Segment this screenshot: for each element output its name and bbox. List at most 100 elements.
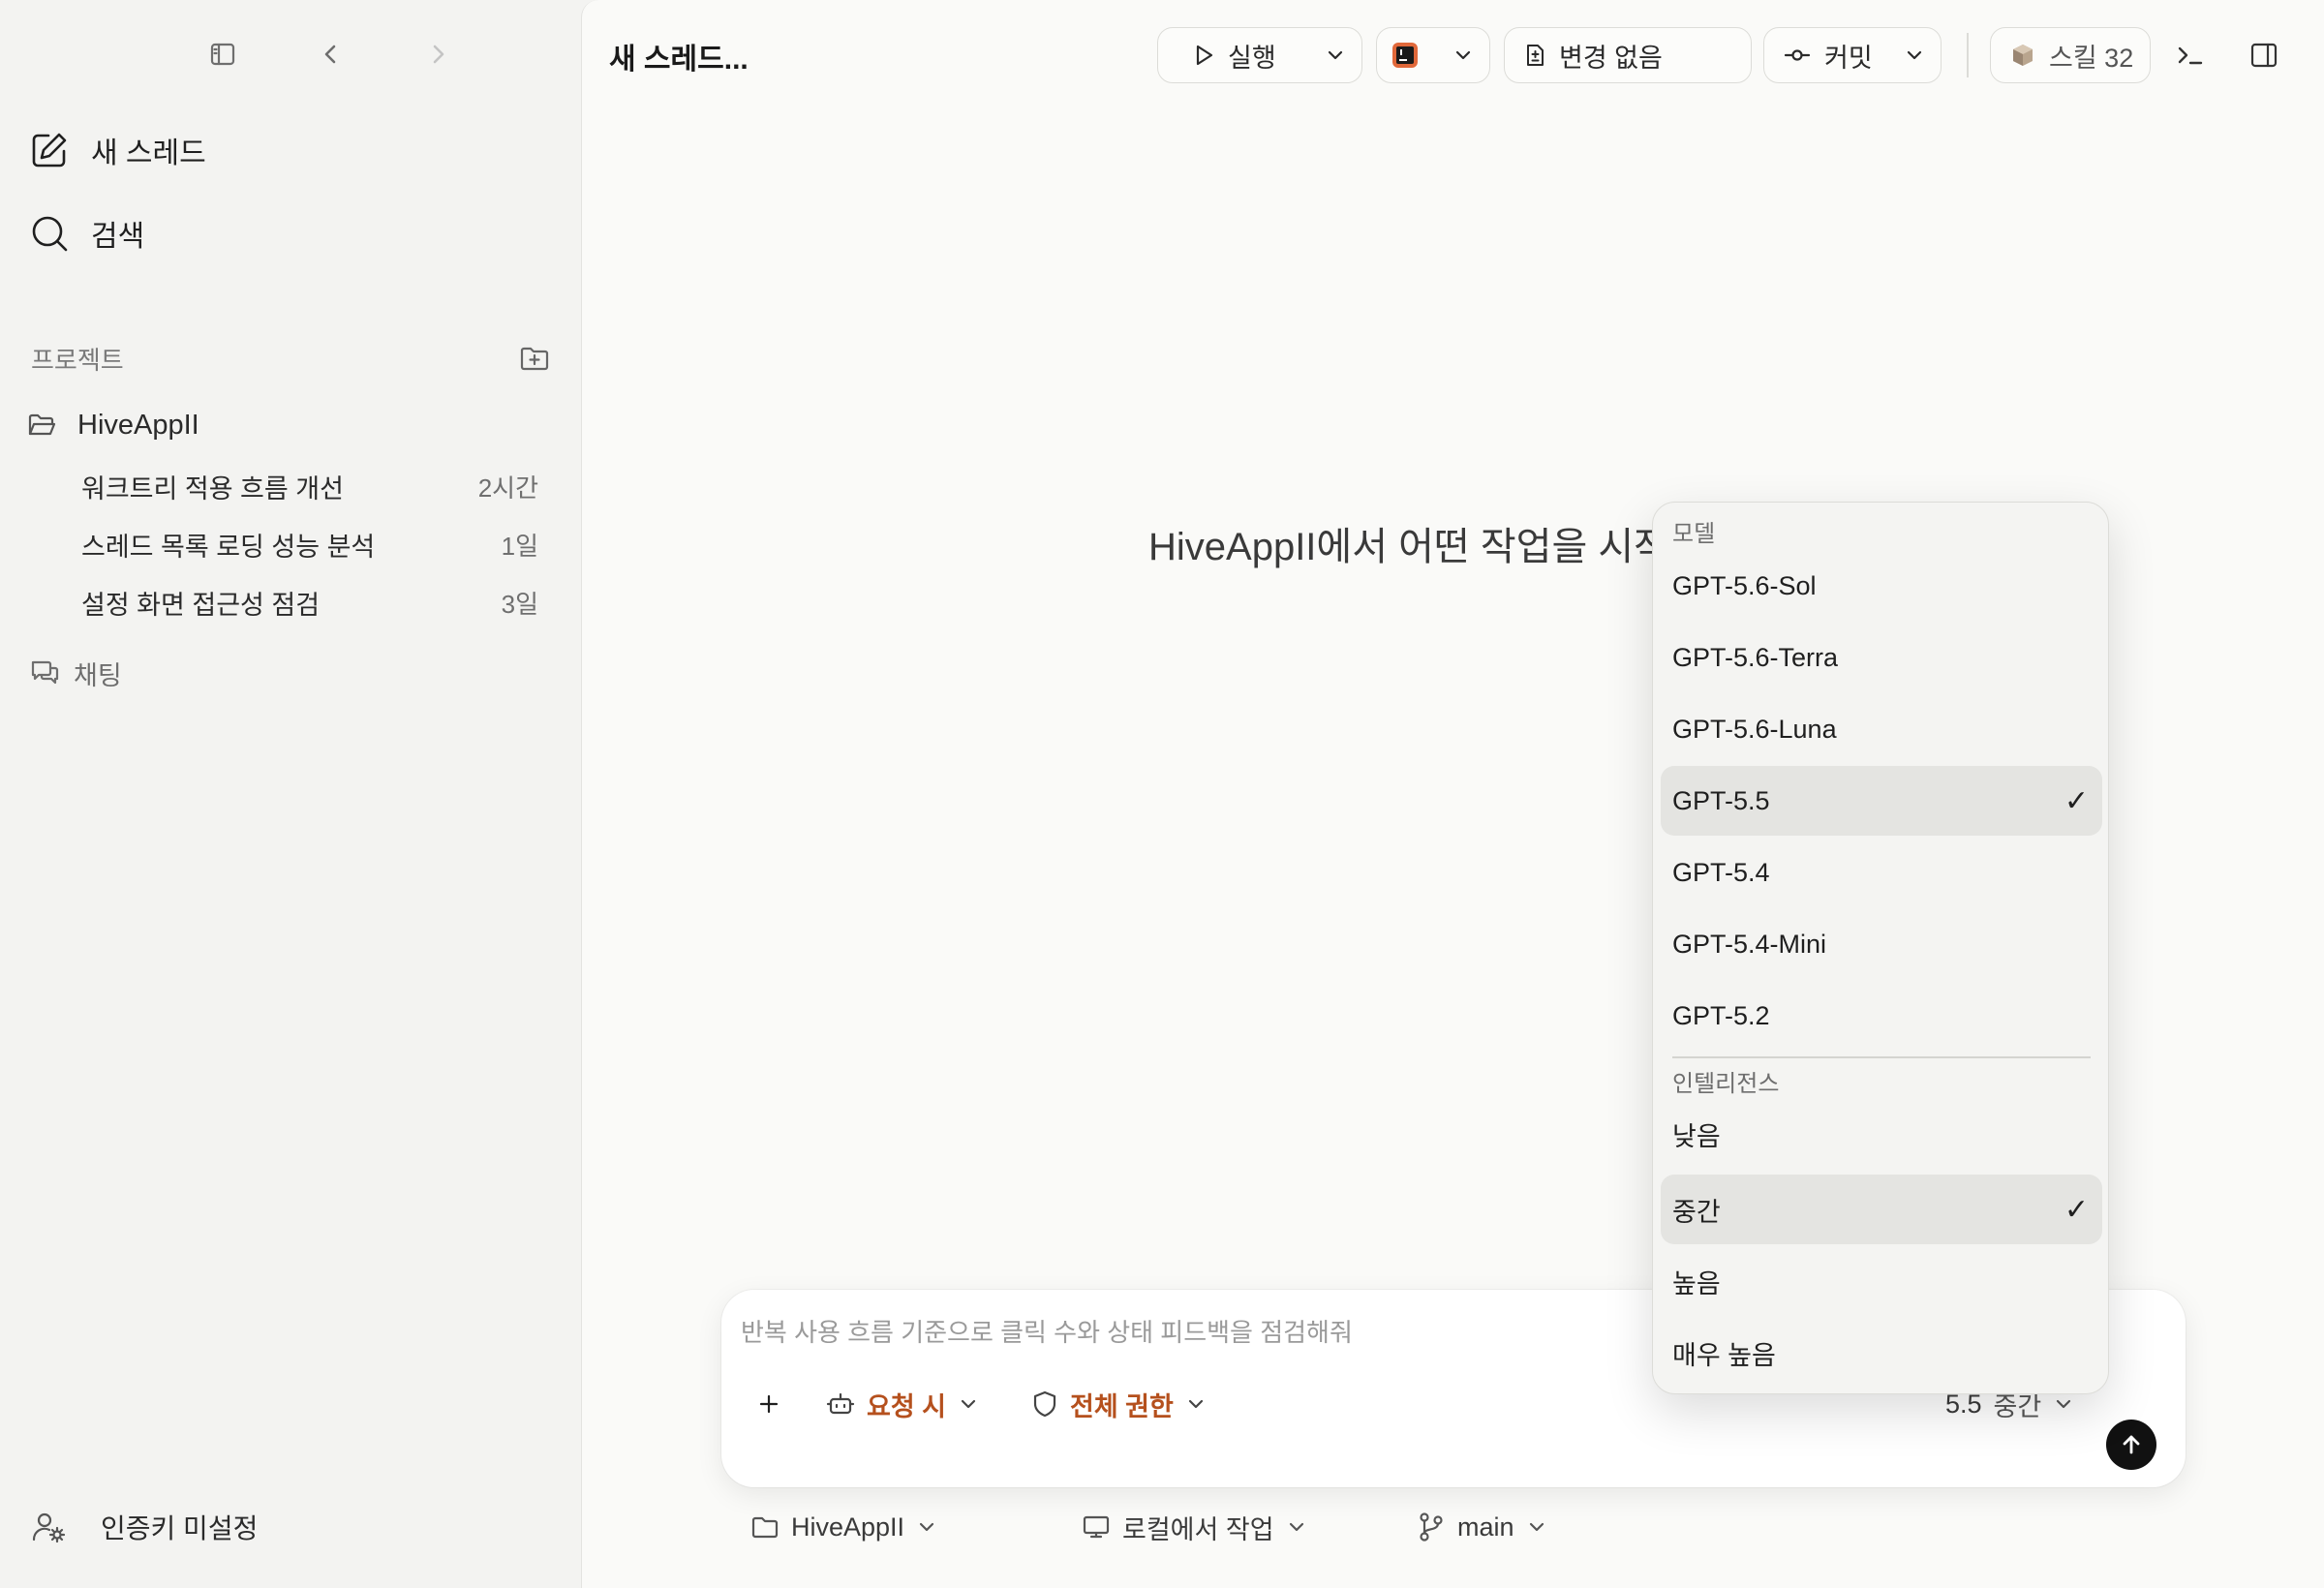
skills-cube-icon (2010, 43, 2035, 68)
model-option-label: GPT-5.2 (1672, 1000, 1770, 1030)
folder-icon (751, 1516, 779, 1539)
context-project-label: HiveAppII (791, 1512, 905, 1542)
intelligence-option-selected[interactable]: 중간 ✓ (1661, 1175, 2102, 1244)
chevron-down-icon (2057, 1399, 2071, 1409)
open-in-editor-button[interactable] (1376, 27, 1490, 83)
editor-menu-chevron-icon[interactable] (1452, 45, 1474, 66)
compose-icon (32, 133, 67, 168)
commit-menu-chevron-icon[interactable] (1904, 45, 1925, 66)
robot-icon (826, 1392, 855, 1415)
chevron-down-icon (1188, 1399, 1203, 1409)
context-location-label: 로컬에서 작업 (1122, 1514, 1274, 1544)
run-menu-chevron-icon[interactable] (1325, 45, 1346, 66)
toggle-sidebar-icon[interactable] (201, 33, 244, 76)
project-name: HiveAppII (77, 409, 199, 441)
commit-button[interactable]: 커밋 (1763, 27, 1942, 83)
thread-age: 2시간 (477, 473, 538, 503)
plus-icon (759, 1394, 779, 1414)
context-branch-label: main (1457, 1512, 1514, 1542)
skills-button[interactable]: 스킬 32 (1990, 27, 2151, 83)
chevron-down-icon (1289, 1522, 1303, 1532)
changes-button[interactable]: 변경 없음 (1504, 27, 1752, 83)
forward-icon[interactable] (416, 33, 459, 76)
intelligence-section-header: 인텔리전스 (1672, 1071, 1780, 1097)
project-item[interactable]: HiveAppII (27, 401, 199, 449)
new-thread-button[interactable]: 새 스레드 (29, 118, 552, 182)
toggle-panel-icon[interactable] (2236, 27, 2292, 83)
chevron-down-icon (1529, 1522, 1544, 1532)
project-context-dropdown[interactable]: HiveAppII (750, 1503, 937, 1551)
thread-item[interactable]: 워크트리 적용 흐름 개선 2시간 (81, 461, 538, 511)
send-button[interactable] (2106, 1420, 2156, 1470)
model-option[interactable]: GPT-5.4-Mini (1661, 909, 2102, 979)
toolbar-divider (1967, 33, 1969, 77)
attach-button[interactable] (756, 1377, 781, 1431)
new-project-icon[interactable] (519, 343, 550, 374)
intelligence-option-label: 낮음 (1672, 1121, 1721, 1151)
thread-title: 스레드 목록 로딩 성능 분석 (81, 532, 376, 562)
checkmark-icon: ✓ (2064, 784, 2089, 817)
intelligence-option[interactable]: 낮음 (1661, 1099, 2102, 1169)
intelligence-option-label: 매우 높음 (1672, 1340, 1776, 1370)
chevron-down-icon (961, 1399, 976, 1409)
search-icon (32, 216, 68, 252)
projects-header: 프로젝트 (31, 345, 124, 375)
thread-item[interactable]: 설정 화면 접근성 점검 3일 (81, 577, 538, 627)
model-menu: 모델 GPT-5.6-Sol GPT-5.6-Terra GPT-5.6-Lun… (1652, 502, 2109, 1394)
menu-divider (1672, 1056, 2091, 1058)
model-option-label: GPT-5.4-Mini (1672, 929, 1827, 959)
search-button[interactable]: 검색 (29, 201, 552, 265)
chevron-down-icon (919, 1522, 934, 1532)
model-option-label: GPT-5.6-Luna (1672, 714, 1837, 744)
chat-section[interactable]: 채팅 (29, 649, 122, 697)
terminal-icon[interactable] (2162, 27, 2218, 83)
new-thread-label: 새 스레드 (91, 137, 206, 169)
intelligence-option[interactable]: 매우 높음 (1661, 1318, 2102, 1388)
projects-section-header: 프로젝트 (31, 339, 550, 378)
approval-mode-dropdown[interactable]: 요청 시 (826, 1377, 979, 1431)
thread-age: 3일 (501, 589, 538, 619)
back-icon[interactable] (310, 33, 352, 76)
thread-item[interactable]: 스레드 목록 로딩 성능 분석 1일 (81, 519, 538, 569)
auth-settings-button[interactable]: 인증키 미설정 (31, 1503, 258, 1551)
thread-title: 워크트리 적용 흐름 개선 (81, 473, 344, 504)
model-option-label: GPT-5.5 (1672, 785, 1770, 815)
intelligence-option-label: 높음 (1672, 1268, 1721, 1298)
composer-input[interactable]: 반복 사용 흐름 기준으로 클릭 수와 상태 피드백을 점검해줘 (741, 1313, 1353, 1349)
model-section-header: 모델 (1672, 521, 1716, 547)
approval-mode-label: 요청 시 (867, 1391, 947, 1421)
checkmark-icon: ✓ (2064, 1193, 2089, 1226)
permission-label: 전체 권한 (1070, 1391, 1174, 1421)
model-option-selected[interactable]: GPT-5.5 ✓ (1661, 766, 2102, 836)
thread-age: 1일 (501, 531, 538, 561)
run-button[interactable]: 실행 (1157, 27, 1362, 83)
folder-open-icon (28, 413, 56, 436)
diff-file-icon (1522, 43, 1547, 68)
skills-label: 스킬 32 (2049, 43, 2134, 73)
sidebar: 새 스레드 검색 프로젝트 HiveAppII 워크트리 적용 흐름 개선 2시… (0, 0, 581, 1588)
model-option[interactable]: GPT-5.4 (1661, 838, 2102, 907)
play-icon (1191, 43, 1216, 68)
editor-app-icon (1391, 41, 1420, 70)
run-location-dropdown[interactable]: 로컬에서 작업 (1082, 1503, 1307, 1551)
shield-icon (1033, 1390, 1056, 1418)
permission-dropdown[interactable]: 전체 권한 (1031, 1377, 1207, 1431)
model-option-label: GPT-5.6-Sol (1672, 570, 1817, 600)
monitor-icon (1083, 1515, 1110, 1539)
search-label: 검색 (91, 221, 145, 253)
model-option[interactable]: GPT-5.2 (1661, 981, 2102, 1051)
model-option[interactable]: GPT-5.6-Terra (1661, 623, 2102, 692)
git-branch-icon (1420, 1512, 1443, 1542)
intelligence-option[interactable]: 높음 (1661, 1246, 2102, 1316)
model-option-label: GPT-5.4 (1672, 857, 1770, 887)
model-option[interactable]: GPT-5.6-Luna (1661, 694, 2102, 764)
intelligence-option-label: 중간 (1672, 1197, 1721, 1227)
branch-dropdown[interactable]: main (1417, 1503, 1547, 1551)
commit-icon (1784, 45, 1811, 66)
user-settings-icon (32, 1512, 66, 1543)
sidebar-toolbar (0, 33, 581, 76)
thread-title: 새 스레드... (609, 44, 749, 76)
model-option[interactable]: GPT-5.6-Sol (1661, 551, 2102, 621)
thread-title: 설정 화면 접근성 점검 (81, 590, 321, 620)
chat-label: 채팅 (74, 660, 122, 690)
